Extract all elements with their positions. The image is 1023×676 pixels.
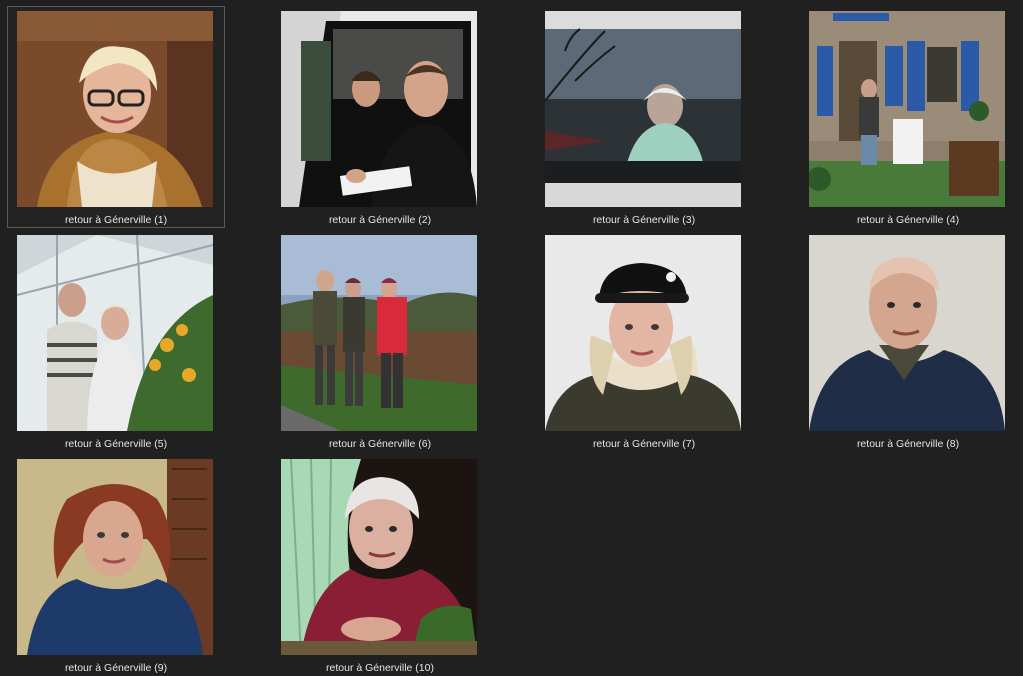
- thumbnail-caption: retour à Génerville (1): [64, 214, 168, 226]
- portrait-photo-thumbnail[interactable]: [545, 11, 741, 207]
- portrait-photo-thumbnail[interactable]: [17, 459, 213, 655]
- thumbnail-caption: retour à Génerville (6): [328, 438, 432, 450]
- thumbnail-tile-10[interactable]: retour à Génerville (10): [271, 454, 489, 676]
- thumbnail-caption: retour à Génerville (9): [64, 662, 168, 674]
- portrait-photo-thumbnail[interactable]: [17, 11, 213, 207]
- thumbnail-tile-5[interactable]: retour à Génerville (5): [7, 230, 225, 452]
- thumbnail-tile-1[interactable]: retour à Génerville (1): [7, 6, 225, 228]
- thumbnail-caption: retour à Génerville (10): [326, 662, 434, 674]
- thumbnail-grid: retour à Génerville (1) retour à Génervi…: [0, 0, 1023, 674]
- thumbnail-caption: retour à Génerville (5): [64, 438, 168, 450]
- thumbnail-caption: retour à Génerville (7): [592, 438, 696, 450]
- thumbnail-tile-8[interactable]: retour à Génerville (8): [799, 230, 1017, 452]
- thumbnail-tile-4[interactable]: retour à Génerville (4): [799, 6, 1017, 228]
- thumbnail-caption: retour à Génerville (2): [328, 214, 432, 226]
- portrait-photo-thumbnail[interactable]: [281, 235, 477, 431]
- portrait-photo-thumbnail[interactable]: [545, 235, 741, 431]
- thumbnail-tile-6[interactable]: retour à Génerville (6): [271, 230, 489, 452]
- thumbnail-caption: retour à Génerville (4): [856, 214, 960, 226]
- thumbnail-tile-7[interactable]: retour à Génerville (7): [535, 230, 753, 452]
- thumbnail-caption: retour à Génerville (3): [592, 214, 696, 226]
- portrait-photo-thumbnail[interactable]: [809, 11, 1005, 207]
- thumbnail-tile-9[interactable]: retour à Génerville (9): [7, 454, 225, 676]
- portrait-photo-thumbnail[interactable]: [17, 235, 213, 431]
- portrait-photo-thumbnail[interactable]: [281, 11, 477, 207]
- portrait-photo-thumbnail[interactable]: [281, 459, 477, 655]
- thumbnail-caption: retour à Génerville (8): [856, 438, 960, 450]
- thumbnail-tile-2[interactable]: retour à Génerville (2): [271, 6, 489, 228]
- thumbnail-tile-3[interactable]: retour à Génerville (3): [535, 6, 753, 228]
- portrait-photo-thumbnail[interactable]: [809, 235, 1005, 431]
